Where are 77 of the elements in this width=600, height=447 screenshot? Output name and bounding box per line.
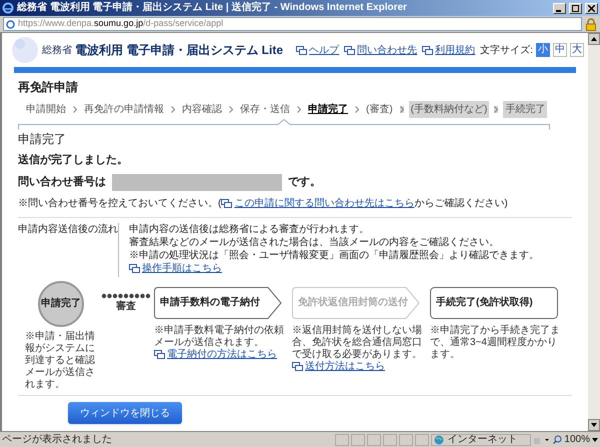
breadcrumb-step: 保存・送信 — [238, 101, 292, 118]
dotted-line-icon — [101, 292, 151, 298]
flow-text: 申請内容の送信後は総務省による審査が行われます。 — [129, 222, 370, 236]
ministry-label: 総務省 — [42, 44, 72, 58]
step-box: 免許状返信用封筒の送付 — [292, 286, 420, 318]
window-link-icon — [129, 264, 140, 272]
font-size-button[interactable]: 小 — [536, 43, 550, 57]
inquiry-note: からご確認ください) — [414, 196, 508, 210]
chevron-icon — [73, 106, 77, 113]
lock-icon[interactable] — [585, 18, 597, 30]
status-panel — [351, 434, 366, 446]
breadcrumb-step: 内容確認 — [180, 101, 224, 118]
inquiry-label: 問い合わせ番号は — [18, 174, 106, 190]
font-size-label: 文字サイズ: — [480, 44, 533, 58]
status-panel — [367, 434, 382, 446]
close-button[interactable] — [585, 2, 598, 14]
step-box: 手続完了(免許状取得) — [430, 286, 558, 318]
inquiry-note: ※問い合わせ番号を控えておいてください。( — [18, 196, 222, 210]
sent-message: 送信が完了しました。 — [18, 152, 129, 168]
flow-text: ※申請の処理状況は「照会・ユーザ情報変更」画面の「申請履歴照会」より確認できます。 — [129, 248, 539, 262]
maximize-button[interactable] — [569, 2, 582, 14]
link[interactable]: 問い合わせ先 — [344, 42, 418, 58]
step-note: ※申請・届出情報がシステムに到達すると確認メールが送信されます。 — [25, 330, 96, 390]
window-link-icon — [422, 46, 434, 54]
breadcrumb-step: 手続完了 — [503, 101, 548, 118]
breadcrumb-step: 申請開始 — [24, 101, 68, 118]
step-note: ※申請手数料電子納付の依頼メールが送信されます。 — [154, 324, 284, 348]
minimize-button[interactable] — [553, 2, 566, 14]
breadcrumb-step: (手数料納付など) — [408, 101, 490, 118]
step-box: 申請手数料の電子納付 — [154, 286, 282, 318]
scroll-up-icon[interactable] — [591, 37, 597, 41]
window-link-icon — [221, 198, 232, 208]
chevron-icon — [171, 106, 175, 113]
scrollbar[interactable] — [588, 33, 600, 431]
window-link-icon — [292, 362, 303, 371]
chevron-icon — [355, 106, 359, 113]
address-field[interactable]: https://www.denpa.soumu.go.jp/d-pass/service/appl — [3, 17, 582, 31]
window-link-icon — [154, 350, 165, 359]
page-icon — [6, 20, 15, 28]
close-window-button[interactable]: ウィンドウを閉じる — [68, 402, 182, 424]
chevron-icon — [494, 106, 498, 113]
window-link-icon — [296, 46, 308, 54]
breadcrumb-step: 申請完了 — [306, 101, 350, 118]
minimize-icon — [556, 10, 561, 12]
zoom-level[interactable]: 100% — [564, 432, 590, 447]
page-title: 再免許申請 — [18, 79, 79, 96]
section-title: 申請完了 — [18, 131, 67, 148]
chevron-icon — [297, 106, 301, 113]
window-title: 総務省 電波利用 電子申請・届出システム Lite | 送信完了 - Windows Internet Explorer — [17, 1, 408, 15]
window-link-icon — [344, 46, 356, 54]
status-panel — [399, 434, 414, 446]
font-size-button[interactable]: 中 — [553, 43, 567, 57]
scroll-down-icon[interactable] — [591, 423, 597, 427]
zone-text: インターネット — [447, 433, 518, 447]
step-note: ※申請完了から手続き完了まで、通常3~4週間程度かかります。 — [430, 324, 560, 360]
breadcrumb-step: 再免許の申請情報 — [82, 101, 166, 118]
globe-icon — [434, 434, 444, 444]
font-size-button[interactable]: 大 — [570, 43, 584, 57]
breadcrumb-step: (審査) — [364, 101, 395, 118]
flow-label: 申請内容送信後の流れ — [18, 222, 118, 236]
inquiry-suffix: です。 — [288, 174, 321, 190]
caret-icon[interactable] — [592, 438, 598, 442]
flow-text: 審査結果などのメールが送信された場合は、当該メールの内容をご確認ください。 — [129, 236, 500, 248]
system-name: 電波利用 電子申請・届出システム Lite — [75, 42, 284, 59]
mascot-drawing — [10, 35, 40, 65]
link[interactable]: ヘルプ — [296, 42, 340, 58]
zoom-icon — [553, 435, 562, 444]
status-panel — [383, 434, 398, 446]
link[interactable]: 利用規約 — [422, 42, 476, 58]
chevron-icon — [229, 106, 233, 113]
chevron-icon — [400, 106, 404, 113]
step-note: ※返信用封筒を送付しない場合、免許状を総合通信局窓口で受け取る必要があります。 — [292, 324, 422, 360]
browser-icon — [2, 2, 14, 14]
status-text: ページが表示されました — [2, 434, 112, 445]
status-panel — [335, 434, 350, 446]
status-panel — [415, 434, 430, 446]
step-label: 審査 — [116, 299, 136, 314]
